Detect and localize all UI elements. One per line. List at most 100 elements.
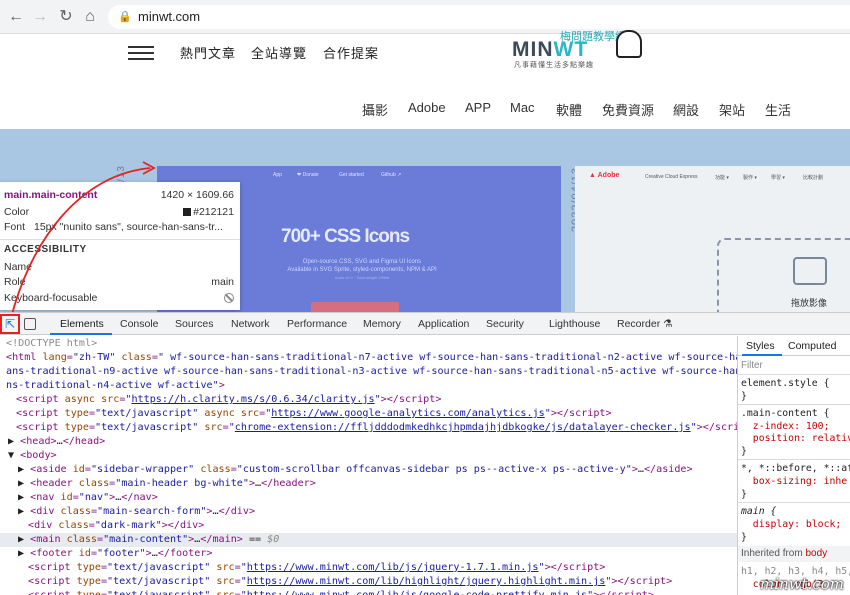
dom-line[interactable]: <!DOCTYPE html> — [6, 337, 97, 351]
card-menu-item: 功能 ▾ — [715, 175, 729, 181]
styles-filter-input[interactable]: Filter — [741, 360, 763, 371]
catnav-photo[interactable]: 攝影 — [362, 100, 388, 119]
dom-line[interactable]: <script type="text/javascript" src="chro… — [16, 421, 737, 435]
dom-line[interactable]: ▶ <aside id="sidebar-wrapper" class="cus… — [18, 463, 693, 477]
forward-arrow-icon[interactable]: → — [30, 7, 50, 27]
active-tab-indicator — [742, 354, 782, 356]
topnav-site-guide[interactable]: 全站導覽 — [251, 43, 307, 62]
tab-network[interactable]: Network — [231, 318, 270, 330]
style-property[interactable]: box-sizing: inhe — [741, 476, 847, 487]
dom-line[interactable]: ▶ <header class="main-header bg-white">…… — [18, 477, 316, 491]
dom-line[interactable]: <script type="text/javascript" src="http… — [28, 589, 654, 595]
catnav-webdesign[interactable]: 網設 — [673, 100, 699, 119]
tooltip-accessibility-heading: ACCESSIBILITY — [4, 244, 87, 255]
device-toolbar-icon[interactable] — [24, 318, 36, 330]
catnav-app[interactable]: APP — [465, 100, 491, 115]
style-property[interactable]: position: relativ — [741, 433, 850, 444]
card-menu-item: Creative Cloud Express — [645, 174, 698, 180]
style-rule[interactable]: .main-content { — [741, 408, 829, 419]
tooltip-font-label: Font — [4, 221, 26, 233]
color-swatch — [183, 208, 192, 217]
active-tab-indicator — [50, 333, 112, 335]
dom-line[interactable]: ▶ <footer id="footer">…</footer> — [18, 547, 213, 561]
tooltip-focus-label: Keyboard-focusable — [4, 292, 98, 304]
catnav-software[interactable]: 軟體 — [556, 100, 582, 119]
style-rule: } — [741, 446, 747, 457]
dom-line[interactable]: ▶ <head>…</head> — [8, 435, 105, 449]
address-bar[interactable]: 🔒 minwt.com — [108, 5, 850, 29]
dom-line[interactable]: <script async src="https://h.clarity.ms/… — [16, 393, 441, 407]
tab-sources[interactable]: Sources — [175, 318, 214, 330]
reload-icon[interactable]: ↻ — [56, 7, 76, 27]
tooltip-name-label: Name — [4, 261, 33, 273]
styles-divider — [738, 502, 850, 503]
home-icon[interactable]: ⌂ — [80, 7, 100, 27]
dom-line[interactable]: <script type="text/javascript" async src… — [16, 407, 612, 421]
card-menu-item: 製作 ▾ — [743, 175, 757, 181]
inspect-tooltip: main.main-content 1420 × 1609.66 Color #21… — [0, 182, 240, 310]
tab-styles[interactable]: Styles — [746, 340, 775, 352]
adobe-logo-icon: ▲ Adobe — [589, 172, 620, 179]
dom-line[interactable]: ans-traditional-n9-active wf-source-han-… — [6, 365, 737, 379]
tab-memory[interactable]: Memory — [363, 318, 401, 330]
tab-console[interactable]: Console — [120, 318, 159, 330]
topnav-hot-articles[interactable]: 熱門文章 — [180, 43, 236, 62]
style-rule[interactable]: element.style { — [741, 378, 829, 389]
card-subtitle: Open-source CSS, SVG and Figma UI Icons A… — [287, 259, 437, 280]
tab-computed[interactable]: Computed — [788, 340, 836, 352]
tooltip-divider — [0, 239, 240, 240]
site-logo[interactable]: 梅問題教學網 MINWT 凡事藉懂生活多點樂趣 — [512, 30, 644, 72]
tooltip-font-value: 15px "nunito sans", source-han-sans-tr..… — [34, 221, 223, 233]
logo-brand-wt: WT — [553, 38, 589, 61]
dom-line[interactable]: ▼ <body> — [8, 449, 57, 463]
tooltip-color-value: #212121 — [193, 206, 234, 218]
logo-tagline: 凡事藉懂生活多點樂趣 — [514, 62, 594, 69]
post-card-adobe[interactable]: ▲ Adobe Creative Cloud Express 功能 ▾ 製作 ▾… — [575, 166, 850, 312]
dom-line[interactable]: <script type="text/javascript" src="http… — [28, 575, 672, 589]
tab-elements[interactable]: Elements — [60, 318, 104, 330]
dom-line[interactable]: <div class="dark-mark"></div> — [28, 519, 204, 533]
dom-line[interactable]: ▶ <div class="main-search-form">…</div> — [18, 505, 255, 519]
dom-line-selected[interactable]: ▶ <main class="main-content">…</main> ==… — [0, 533, 737, 547]
image-icon — [793, 257, 827, 285]
inspect-element-icon[interactable]: ⇱ — [0, 314, 20, 334]
tab-lighthouse[interactable]: Lighthouse — [549, 318, 600, 330]
tab-recorder[interactable]: Recorder ⚗ — [617, 318, 673, 330]
style-rule[interactable]: *, *::before, *::af — [741, 463, 850, 474]
devtools-panel: ⇱ Elements Console Sources Network Perfo… — [0, 312, 850, 595]
drop-zone-label: 拖放影像 — [791, 298, 828, 308]
style-rule[interactable]: main { — [741, 506, 776, 517]
tab-application[interactable]: Application — [418, 318, 469, 330]
tooltip-size: 1420 × 1609.66 — [160, 189, 234, 201]
elements-dom-tree[interactable]: <!DOCTYPE html> <html lang="zh-TW" class… — [0, 336, 737, 595]
styles-divider — [738, 404, 850, 405]
dom-line[interactable]: <script type="text/javascript" src="http… — [28, 561, 605, 575]
topnav-cooperation[interactable]: 合作提案 — [323, 43, 379, 62]
catnav-website[interactable]: 架站 — [719, 100, 745, 119]
dom-line[interactable]: ▶ <nav id="nav">…</nav> — [18, 491, 158, 505]
back-arrow-icon[interactable]: ← — [6, 7, 26, 27]
catnav-free[interactable]: 免費資源 — [602, 100, 654, 119]
catnav-adobe[interactable]: Adobe — [408, 100, 446, 115]
catnav-life[interactable]: 生活 — [765, 100, 791, 119]
tooltip-color-label: Color — [4, 206, 30, 218]
dom-line[interactable]: ns-traditional-n4-active wf-active"> — [6, 379, 225, 393]
not-allowed-icon — [224, 293, 234, 304]
catnav-mac[interactable]: Mac — [510, 100, 535, 115]
style-rule: } — [741, 489, 747, 500]
tab-performance[interactable]: Performance — [287, 318, 347, 330]
tooltip-role-label: Role — [4, 276, 26, 288]
style-property[interactable]: display: block; — [741, 519, 842, 530]
dom-line[interactable]: <html lang="zh-TW" class=" wf-source-han… — [6, 351, 737, 365]
hamburger-menu-icon[interactable] — [128, 46, 154, 60]
inherited-header: Inherited from body — [738, 546, 850, 562]
tab-security[interactable]: Security — [486, 318, 524, 330]
style-rule: } — [741, 391, 747, 402]
card-title: 700+ CSS Icons — [281, 226, 410, 247]
styles-divider — [738, 374, 850, 375]
drop-zone[interactable] — [717, 238, 850, 312]
card-cta-button[interactable] — [311, 302, 399, 312]
card-tab: Github ↗ — [381, 172, 402, 178]
style-property[interactable]: z-index: 100; — [741, 421, 830, 432]
watermark: minwt.com — [760, 575, 844, 593]
